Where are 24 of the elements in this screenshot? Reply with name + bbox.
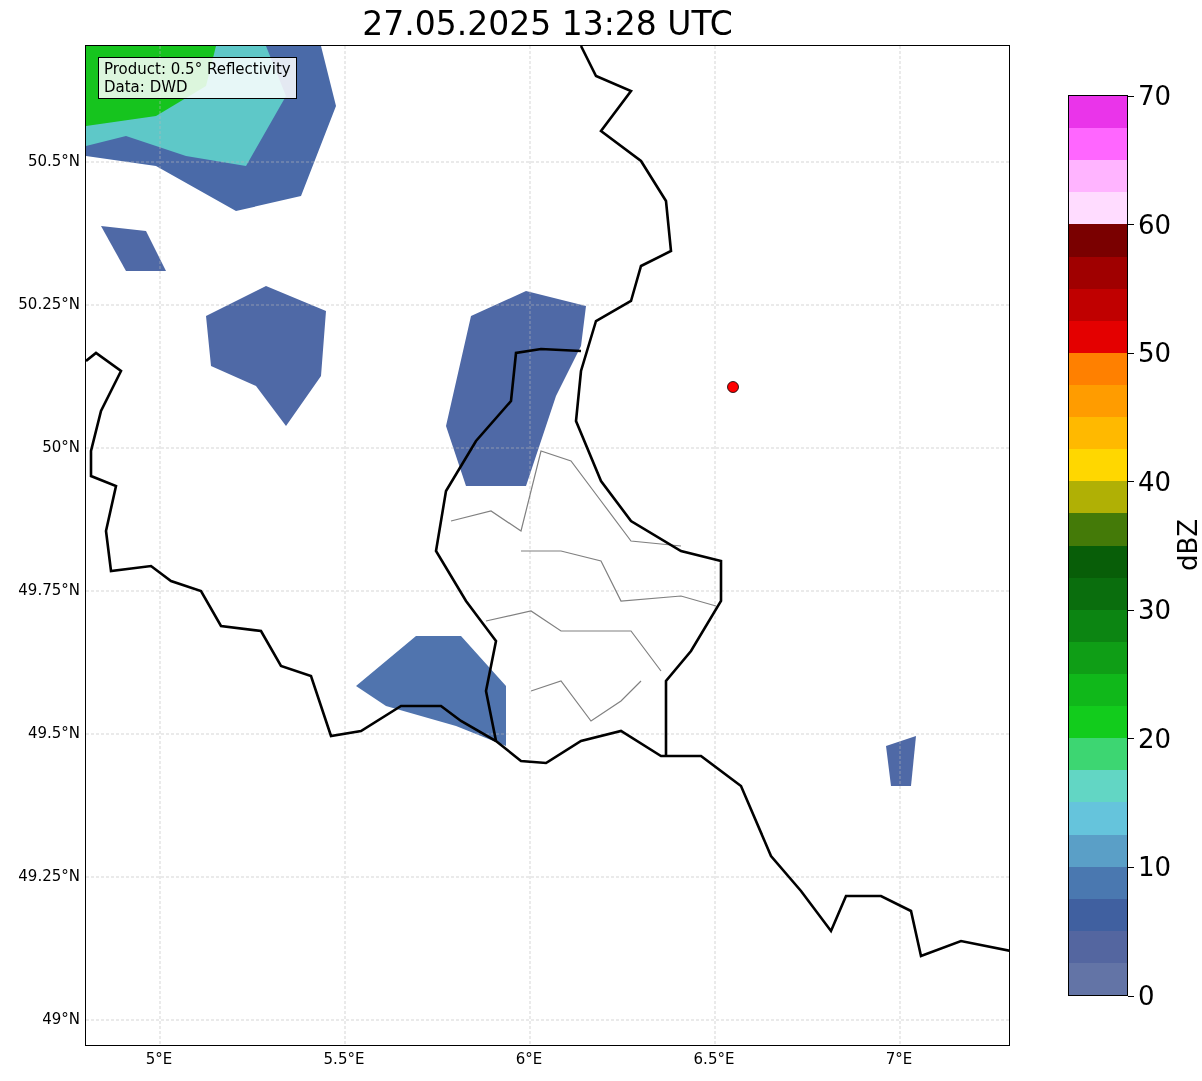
- latitude-label: 49°N: [42, 1010, 80, 1028]
- info-text: Data: DWD: [104, 78, 189, 96]
- latitude-label: 50.5°N: [27, 152, 80, 170]
- colorbar-tick-label: 10: [1138, 852, 1172, 883]
- longitude-label: 5.5°E: [322, 1050, 366, 1068]
- colorbar-tick-label: 0: [1138, 981, 1155, 1011]
- latitude-label: 49.75°N: [18, 581, 80, 599]
- colorbar-tick-label: 30: [1138, 595, 1172, 626]
- longitude-label: 5°E: [144, 1050, 174, 1068]
- colorbar-tick-label: 50: [1138, 338, 1172, 369]
- longitude-label: 6°E: [514, 1050, 544, 1068]
- colorbar-label: dBZ: [1173, 518, 1202, 572]
- latitude-label: 50°N: [42, 438, 80, 456]
- chart-title: 27.05.2025 13:28 UTC: [361, 4, 734, 44]
- colorbar-tick-label: 70: [1138, 81, 1172, 111]
- longitude-label: 7°E: [884, 1050, 914, 1068]
- longitude-label: 6.5°E: [692, 1050, 736, 1068]
- colorbar-tick-label: 60: [1138, 209, 1172, 240]
- latitude-label: 49.25°N: [18, 867, 80, 885]
- latitude-label: 49.5°N: [27, 724, 80, 742]
- latitude-label: 50.25°N: [18, 295, 80, 313]
- info-text: Product: 0.5° Reflectivity: [104, 60, 291, 78]
- colorbar-tick-label: 20: [1138, 723, 1172, 754]
- colorbar-tick-label: 40: [1138, 466, 1172, 497]
